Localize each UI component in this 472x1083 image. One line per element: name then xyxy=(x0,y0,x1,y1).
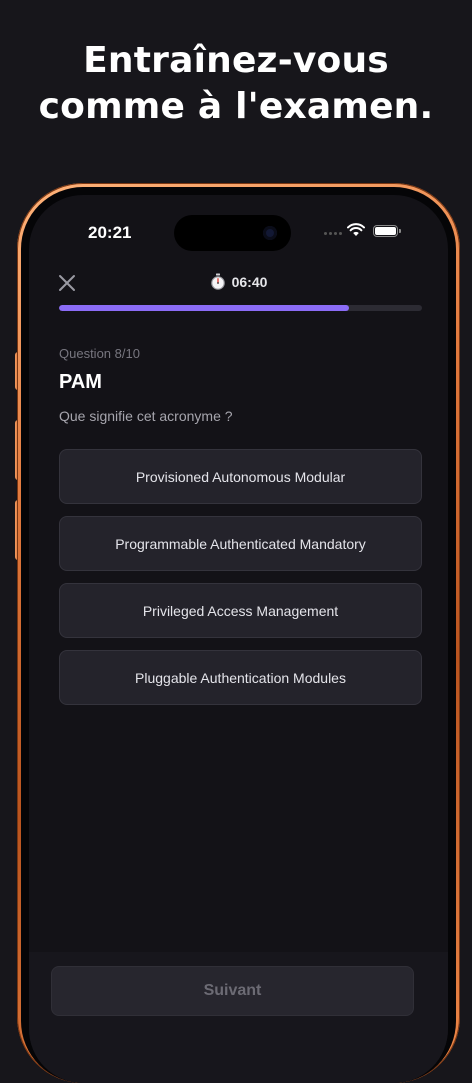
question-prompt: Que signifie cet acronyme ? xyxy=(59,408,233,424)
answer-option[interactable]: Programmable Authenticated Mandatory xyxy=(59,516,422,571)
answer-option[interactable]: Pluggable Authentication Modules xyxy=(59,650,422,705)
stopwatch-icon xyxy=(210,273,225,290)
camera-icon xyxy=(263,226,277,240)
timer-value: 06:40 xyxy=(231,274,268,290)
status-time: 20:21 xyxy=(88,223,132,242)
dynamic-island xyxy=(174,215,291,251)
battery-icon xyxy=(373,225,401,237)
quiz-progress-bar xyxy=(59,305,422,311)
cellular-signal-icon xyxy=(324,232,342,235)
next-button[interactable]: Suivant xyxy=(51,966,414,1016)
quiz-progress-fill xyxy=(59,305,350,311)
phone-frame: 20:21 06:40 Question 8/10 PAM Que signif… xyxy=(17,183,460,1083)
marketing-headline: Entraînez-vous comme à l'examen. xyxy=(0,38,472,130)
question-title: PAM xyxy=(59,371,102,393)
footer-bar: Suivant xyxy=(29,952,448,1083)
answer-option[interactable]: Privileged Access Management xyxy=(59,583,422,638)
wifi-icon xyxy=(347,223,365,236)
answer-list: Provisioned Autonomous Modular Programma… xyxy=(59,449,422,717)
answer-option[interactable]: Provisioned Autonomous Modular xyxy=(59,449,422,504)
headline-line-2: comme à l'examen. xyxy=(38,86,434,127)
phone-bezel: 20:21 06:40 Question 8/10 PAM Que signif… xyxy=(21,187,456,1083)
quiz-timer: 06:40 xyxy=(29,273,448,290)
phone-screen: 20:21 06:40 Question 8/10 PAM Que signif… xyxy=(29,195,448,1083)
question-counter: Question 8/10 xyxy=(59,346,140,361)
headline-line-1: Entraînez-vous xyxy=(83,40,389,81)
